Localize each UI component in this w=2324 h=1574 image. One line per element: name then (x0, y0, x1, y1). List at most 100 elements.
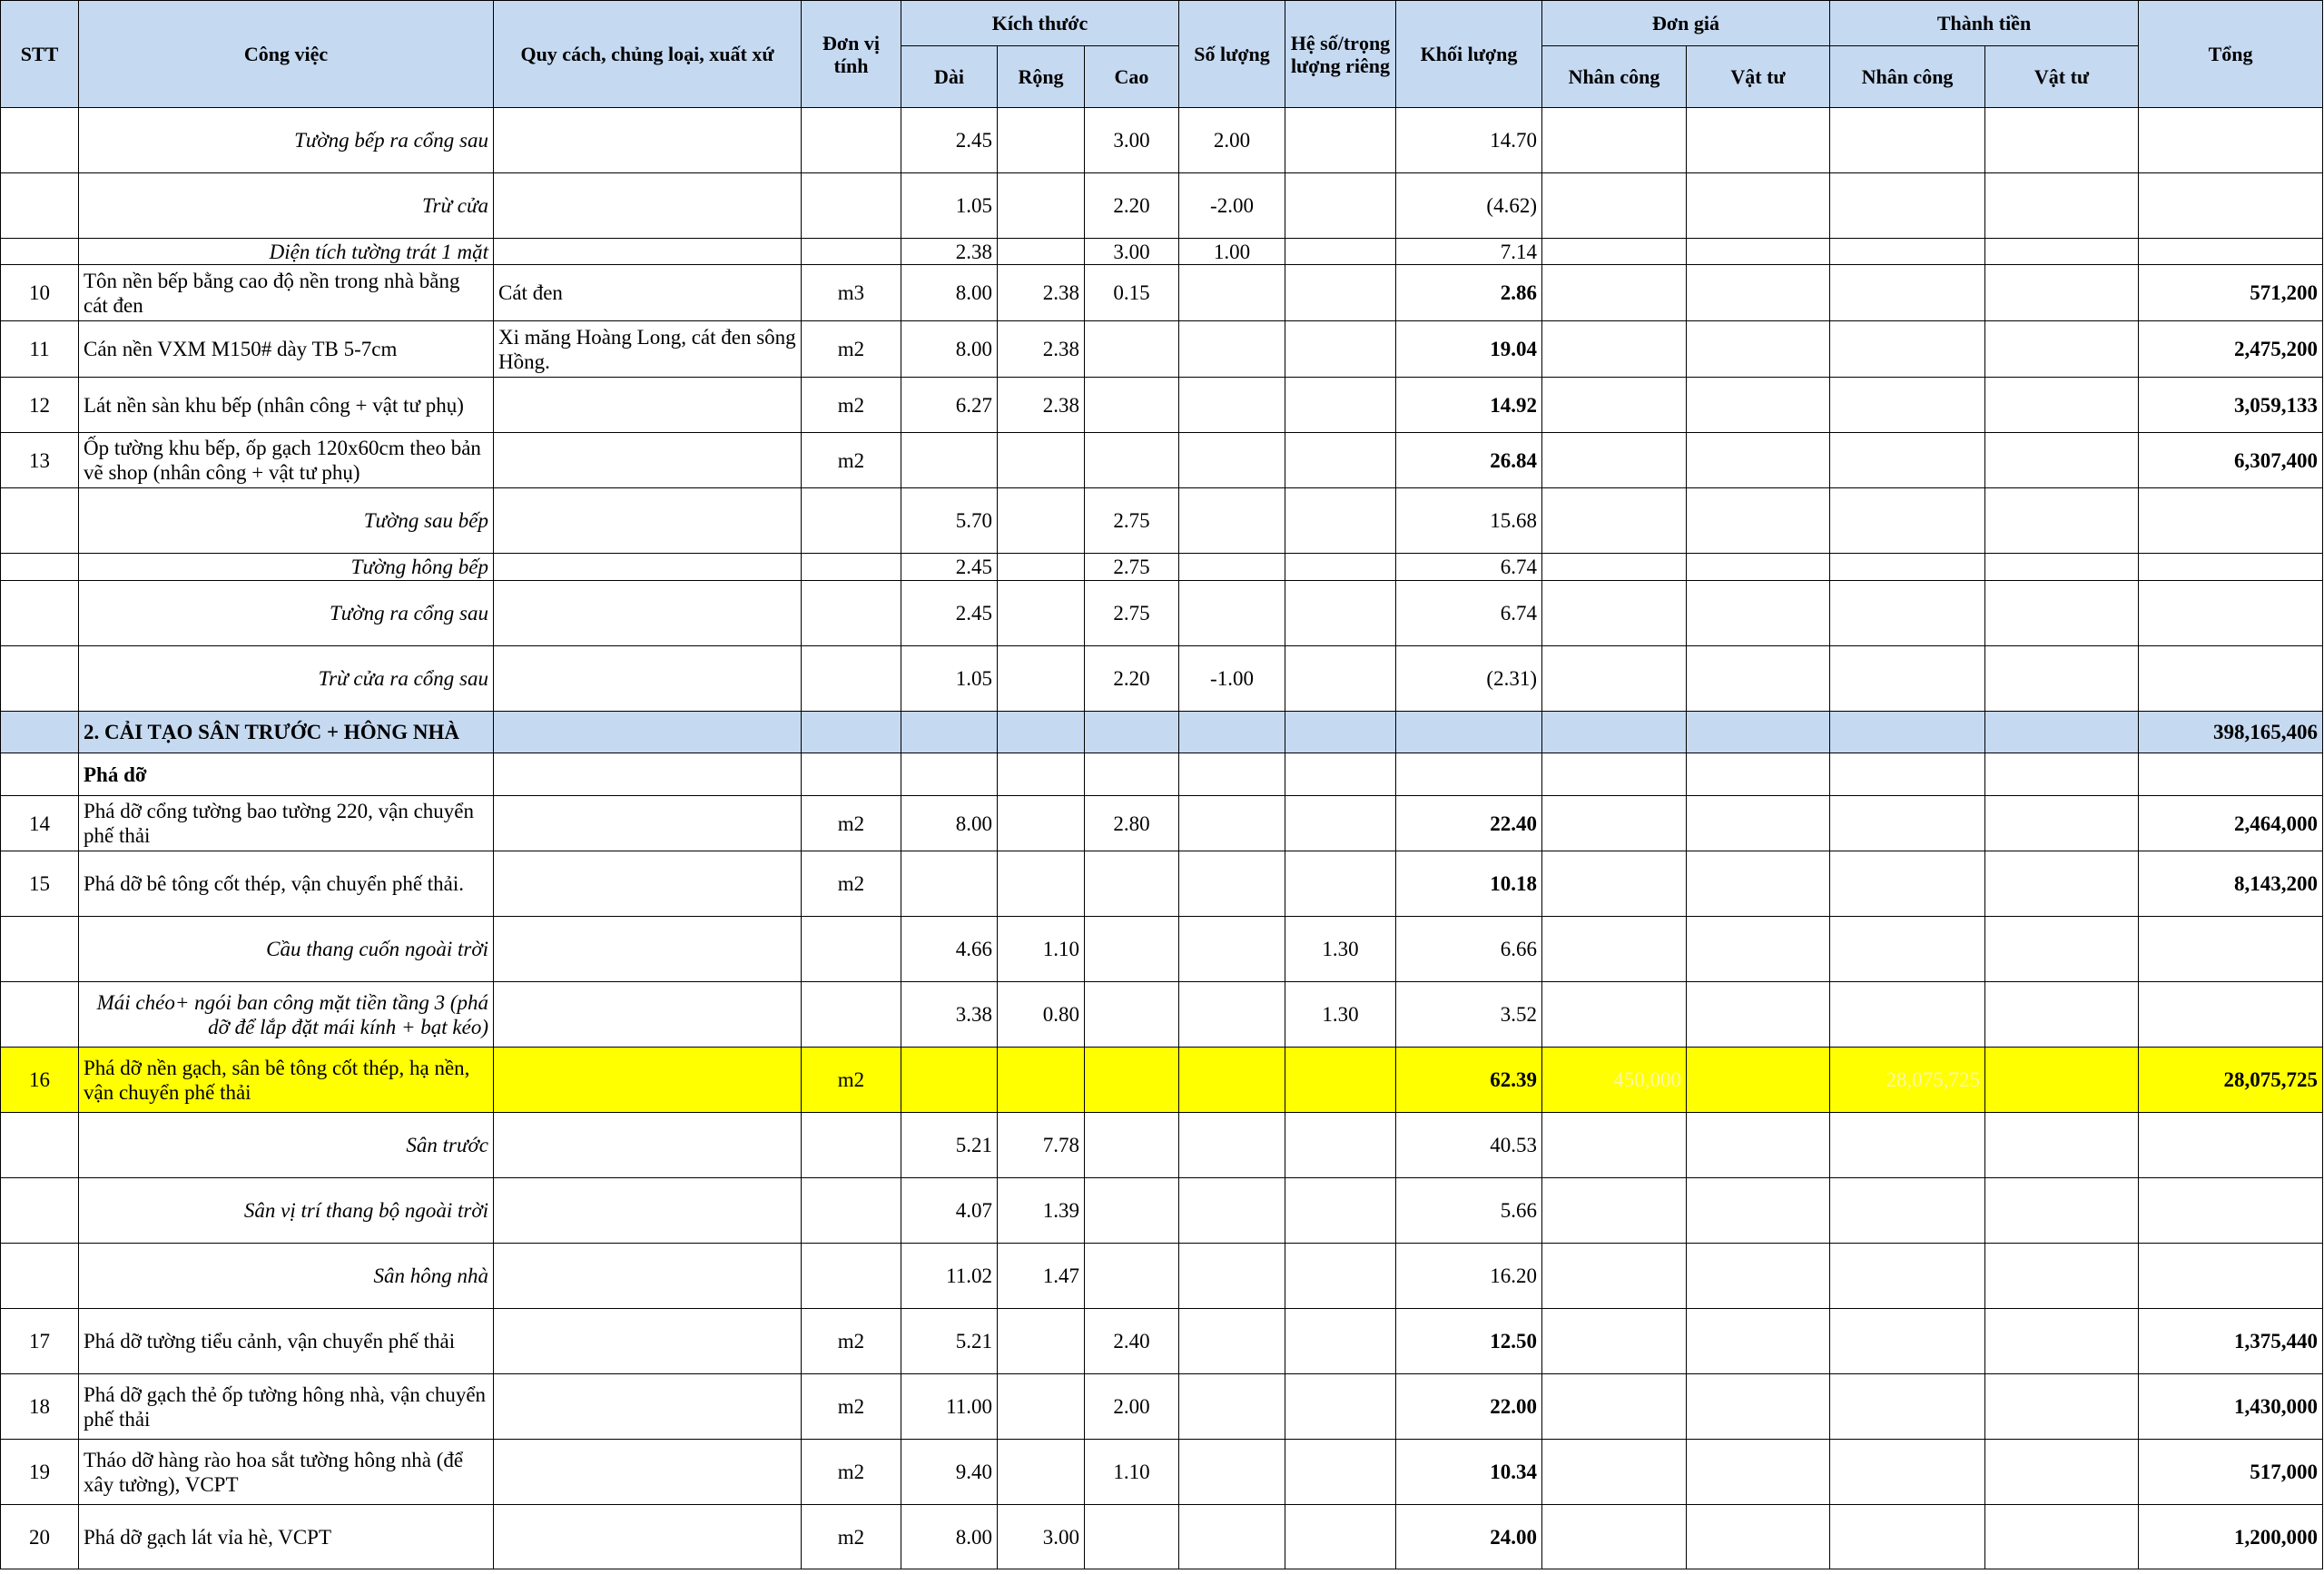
cell-cong-viec[interactable]: Phá dỡ cổng tường bao tường 220, vận chu… (78, 795, 494, 851)
cell-so-luong[interactable]: 2.00 (1178, 107, 1285, 173)
cell-rong[interactable]: 3.00 (997, 1504, 1085, 1569)
cell-quy-cach[interactable] (493, 1373, 802, 1440)
cell-don-vi[interactable] (801, 916, 901, 982)
cell-stt[interactable] (0, 645, 79, 712)
cell-khoi-luong[interactable]: 14.70 (1395, 107, 1542, 173)
cell-so-luong[interactable] (1178, 1047, 1285, 1113)
cell-don-vi[interactable]: m2 (801, 1308, 901, 1374)
cell-khoi-luong[interactable]: 6.74 (1395, 553, 1542, 581)
cell-thanh-tien-nhan-cong[interactable] (1829, 795, 1986, 851)
cell-cao[interactable] (1084, 377, 1179, 433)
cell-don-gia-nhan-cong[interactable] (1541, 916, 1687, 982)
cell-so-luong[interactable] (1178, 981, 1285, 1048)
cell-thanh-tien-nhan-cong[interactable] (1829, 377, 1986, 433)
cell-khoi-luong[interactable]: 10.18 (1395, 851, 1542, 917)
cell-tong[interactable] (2138, 487, 2324, 554)
cell-stt[interactable]: 10 (0, 264, 79, 321)
cell-thanh-tien-nhan-cong[interactable] (1829, 107, 1986, 173)
header-don-gia-vat-tu[interactable]: Vật tư (1685, 45, 1831, 108)
cell-stt[interactable]: 15 (0, 851, 79, 917)
cell-rong[interactable] (997, 432, 1085, 488)
cell-so-luong[interactable] (1178, 264, 1285, 321)
cell-don-gia-vat-tu[interactable] (1685, 1112, 1831, 1178)
cell-so-luong[interactable] (1178, 320, 1285, 378)
cell-thanh-tien-nhan-cong[interactable] (1829, 981, 1986, 1048)
cell-cao[interactable] (1084, 916, 1179, 982)
cell-so-luong[interactable]: -2.00 (1178, 172, 1285, 239)
cell-don-gia-vat-tu[interactable] (1685, 795, 1831, 851)
cell-dai[interactable]: 1.05 (901, 645, 998, 712)
cell-thanh-tien-vat-tu[interactable] (1984, 851, 2140, 917)
cell-thanh-tien-vat-tu[interactable] (1984, 645, 2140, 712)
cell-tong[interactable] (2138, 580, 2324, 646)
cell-khoi-luong[interactable]: 6.74 (1395, 580, 1542, 646)
cell-stt[interactable]: 17 (0, 1308, 79, 1374)
cell-don-gia-vat-tu[interactable] (1685, 1047, 1831, 1113)
cell-he-so[interactable] (1285, 795, 1396, 851)
cell-don-gia-nhan-cong[interactable] (1541, 238, 1687, 265)
cell-dai[interactable]: 5.21 (901, 1112, 998, 1178)
cell-khoi-luong[interactable]: 3.52 (1395, 981, 1542, 1048)
cell-tong[interactable] (2138, 916, 2324, 982)
cell-khoi-luong[interactable]: 40.53 (1395, 1112, 1542, 1178)
cell-don-gia-nhan-cong[interactable] (1541, 1243, 1687, 1309)
cell-stt[interactable] (0, 107, 79, 173)
header-don-gia-nhan-cong[interactable]: Nhân công (1541, 45, 1687, 108)
cell-don-vi[interactable] (801, 1177, 901, 1244)
cell-he-so[interactable] (1285, 172, 1396, 239)
cell-so-luong[interactable] (1178, 916, 1285, 982)
cell-dai[interactable] (901, 711, 998, 753)
cell-stt[interactable] (0, 981, 79, 1048)
cell-so-luong[interactable] (1178, 1177, 1285, 1244)
cell-dai[interactable]: 4.66 (901, 916, 998, 982)
cell-stt[interactable] (0, 487, 79, 554)
cell-dai[interactable]: 9.40 (901, 1439, 998, 1505)
cell-tong[interactable]: 2,475,200 (2138, 320, 2324, 378)
cell-thanh-tien-vat-tu[interactable] (1984, 432, 2140, 488)
cell-quy-cach[interactable] (493, 377, 802, 433)
cell-thanh-tien-nhan-cong[interactable] (1829, 916, 1986, 982)
cell-don-gia-vat-tu[interactable] (1685, 711, 1831, 753)
cell-don-gia-vat-tu[interactable] (1685, 645, 1831, 712)
cell-khoi-luong[interactable]: 24.00 (1395, 1504, 1542, 1569)
cell-quy-cach[interactable] (493, 1243, 802, 1309)
cell-cao[interactable] (1084, 1047, 1179, 1113)
cell-don-gia-nhan-cong[interactable] (1541, 1308, 1687, 1374)
cell-thanh-tien-vat-tu[interactable] (1984, 172, 2140, 239)
cell-stt[interactable]: 20 (0, 1504, 79, 1569)
cell-don-gia-vat-tu[interactable] (1685, 320, 1831, 378)
cell-he-so[interactable] (1285, 432, 1396, 488)
cell-khoi-luong[interactable]: (2.31) (1395, 645, 1542, 712)
cell-don-gia-nhan-cong[interactable] (1541, 320, 1687, 378)
cell-he-so[interactable] (1285, 1373, 1396, 1440)
cell-don-gia-nhan-cong[interactable] (1541, 580, 1687, 646)
cell-dai[interactable]: 8.00 (901, 795, 998, 851)
cell-don-gia-nhan-cong[interactable] (1541, 711, 1687, 753)
cell-tong[interactable]: 517,000 (2138, 1439, 2324, 1505)
cell-thanh-tien-vat-tu[interactable] (1984, 1504, 2140, 1569)
cell-khoi-luong[interactable] (1395, 711, 1542, 753)
cell-thanh-tien-vat-tu[interactable] (1984, 107, 2140, 173)
header-tong[interactable]: Tổng (2138, 0, 2324, 108)
cell-don-gia-nhan-cong[interactable] (1541, 795, 1687, 851)
cell-thanh-tien-nhan-cong[interactable] (1829, 1243, 1986, 1309)
cell-don-gia-nhan-cong[interactable] (1541, 981, 1687, 1048)
cell-don-vi[interactable] (801, 553, 901, 581)
cell-cong-viec[interactable]: Sân hông nhà (78, 1243, 494, 1309)
cell-don-gia-nhan-cong[interactable] (1541, 1439, 1687, 1505)
cell-dai[interactable]: 5.21 (901, 1308, 998, 1374)
header-dai[interactable]: Dài (901, 45, 998, 108)
cell-quy-cach[interactable] (493, 916, 802, 982)
cell-thanh-tien-vat-tu[interactable] (1984, 795, 2140, 851)
cell-thanh-tien-nhan-cong[interactable] (1829, 487, 1986, 554)
cell-tong[interactable]: 398,165,406 (2138, 711, 2324, 753)
cell-thanh-tien-nhan-cong[interactable] (1829, 711, 1986, 753)
cell-so-luong[interactable] (1178, 851, 1285, 917)
cell-stt[interactable] (0, 1243, 79, 1309)
cell-dai[interactable] (901, 753, 998, 796)
cell-thanh-tien-nhan-cong[interactable] (1829, 1373, 1986, 1440)
cell-so-luong[interactable]: 1.00 (1178, 238, 1285, 265)
cell-don-gia-vat-tu[interactable] (1685, 1439, 1831, 1505)
cell-thanh-tien-nhan-cong[interactable] (1829, 320, 1986, 378)
cell-rong[interactable] (997, 795, 1085, 851)
